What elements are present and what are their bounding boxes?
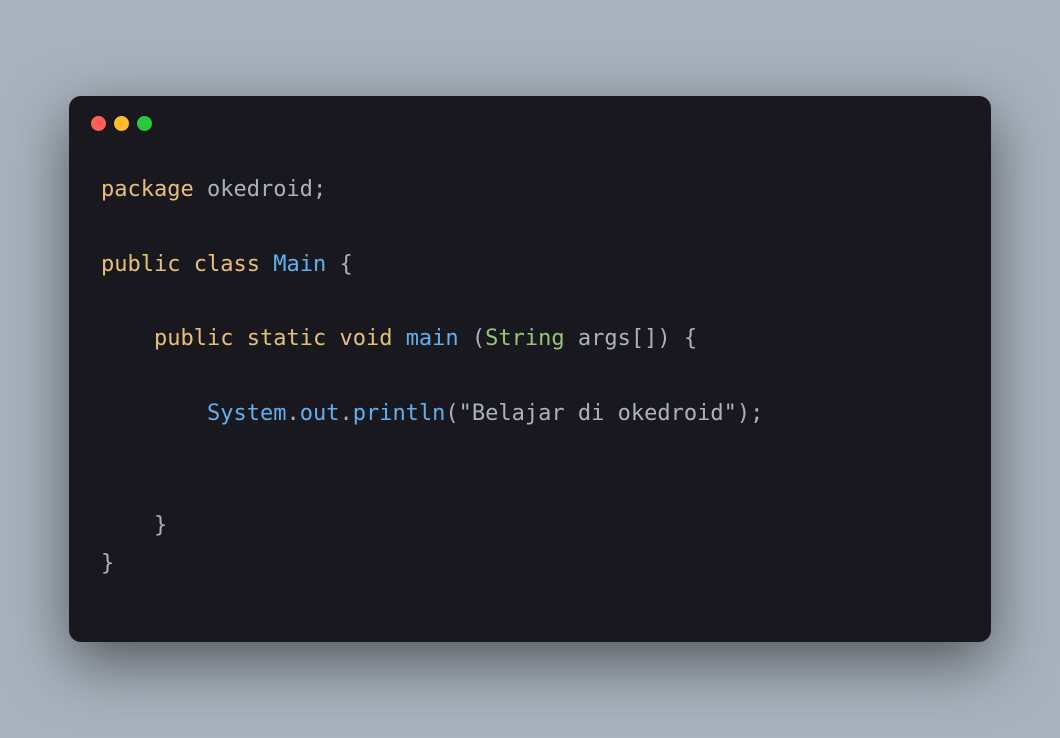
brace-open: { — [684, 326, 697, 351]
out-field: out — [300, 401, 340, 426]
indent — [101, 513, 154, 538]
keyword-public: public — [101, 252, 180, 277]
close-icon[interactable] — [91, 116, 106, 131]
param-type: String — [485, 326, 564, 351]
dot: . — [339, 401, 352, 426]
param-name: args — [578, 326, 631, 351]
paren-close: ) — [737, 401, 750, 426]
paren-close: ) — [657, 326, 670, 351]
string-literal: "Belajar di okedroid" — [459, 401, 737, 426]
indent — [101, 401, 207, 426]
paren-open: ( — [445, 401, 458, 426]
keyword-class: class — [194, 252, 260, 277]
class-name: Main — [273, 252, 326, 277]
brace-close: } — [101, 551, 114, 576]
code-block: package okedroid; public class Main { pu… — [69, 141, 991, 642]
maximize-icon[interactable] — [137, 116, 152, 131]
keyword-package: package — [101, 177, 194, 202]
brace-close: } — [154, 513, 167, 538]
println-method: println — [353, 401, 446, 426]
indent — [101, 326, 154, 351]
keyword-static: static — [247, 326, 326, 351]
package-name: okedroid — [207, 177, 313, 202]
paren-open: ( — [472, 326, 485, 351]
minimize-icon[interactable] — [114, 116, 129, 131]
brackets: [] — [631, 326, 658, 351]
semicolon: ; — [750, 401, 763, 426]
keyword-public: public — [154, 326, 233, 351]
dot: . — [286, 401, 299, 426]
keyword-void: void — [339, 326, 392, 351]
code-window: package okedroid; public class Main { pu… — [69, 96, 991, 642]
window-titlebar — [69, 96, 991, 141]
brace-open: { — [339, 252, 352, 277]
method-name: main — [406, 326, 459, 351]
semicolon: ; — [313, 177, 326, 202]
system-class: System — [207, 401, 286, 426]
